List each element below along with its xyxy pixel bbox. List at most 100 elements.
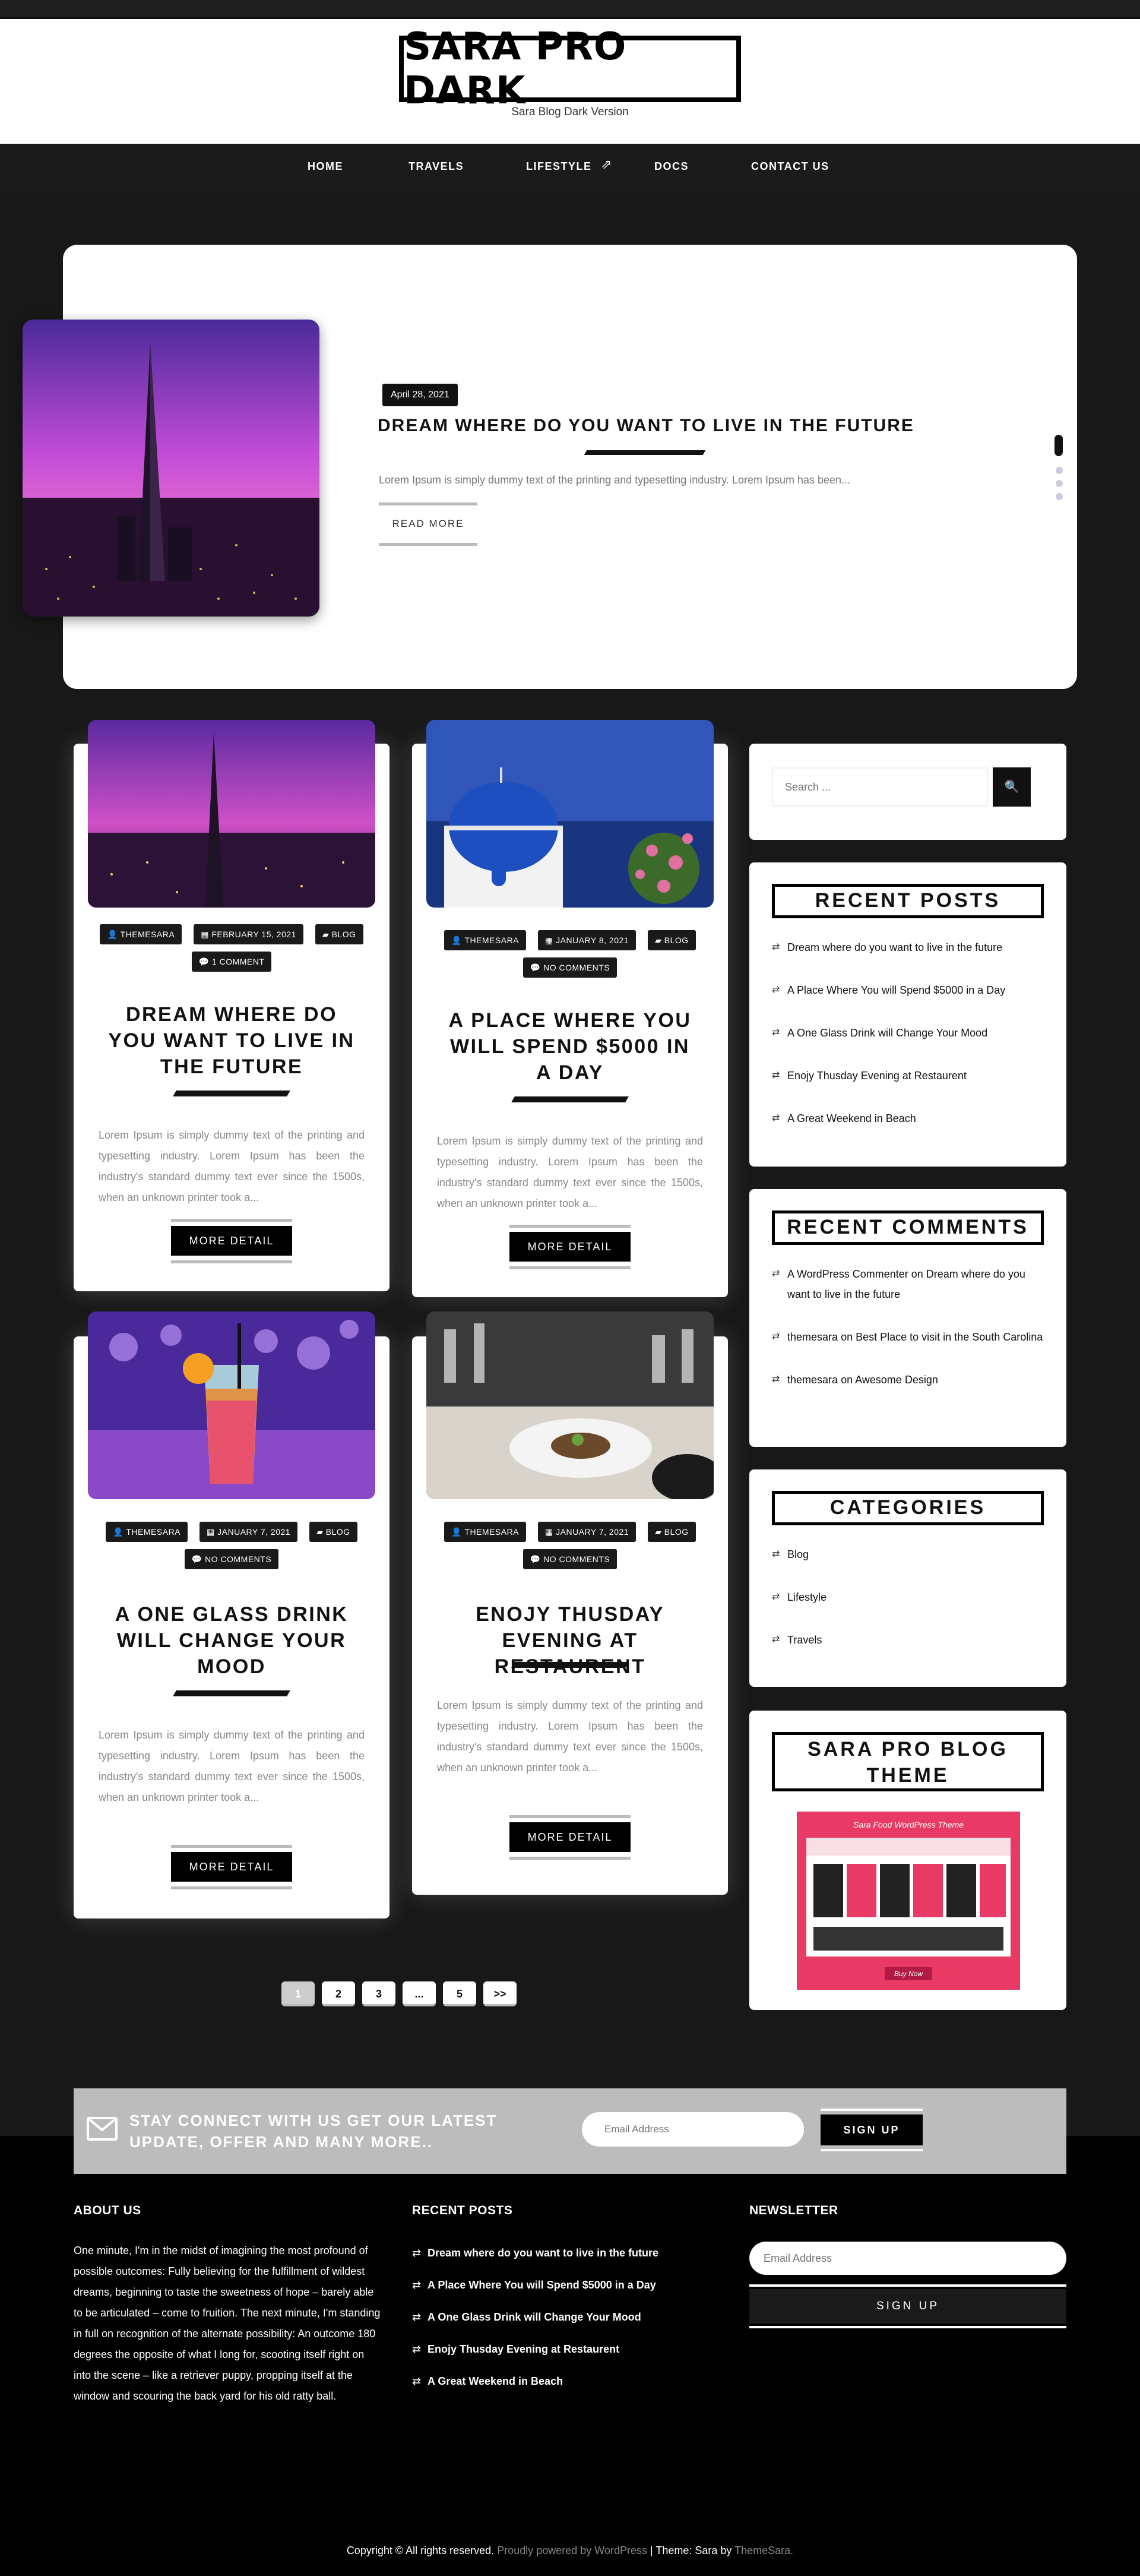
post-author-badge[interactable]: 👤 THEMESARA bbox=[444, 1522, 527, 1542]
more-detail-button[interactable]: MORE DETAIL bbox=[171, 1845, 292, 1890]
footer-recent-link[interactable]: A One Glass Drink will Change Your Mood bbox=[412, 2301, 721, 2333]
footer-recent-link[interactable]: Enojy Thusday Evening at Restaurent bbox=[412, 2333, 721, 2365]
category-link[interactable]: Lifestyle bbox=[772, 1587, 1045, 1607]
post-title-underline bbox=[173, 1091, 290, 1096]
slider-dot-active[interactable] bbox=[1054, 435, 1063, 456]
more-detail-button[interactable]: MORE DETAIL bbox=[509, 1815, 631, 1860]
post-comments-badge[interactable]: 💬 1 COMMENT bbox=[191, 952, 272, 972]
post-card: 👤 THEMESARA ▦ JANUARY 7, 2021 ▰ BLOG 💬 N… bbox=[412, 1311, 728, 1895]
read-more-button[interactable]: READ MORE bbox=[379, 502, 477, 546]
post-author-badge[interactable]: 👤 THEMESARA bbox=[444, 930, 527, 950]
slide-image[interactable] bbox=[23, 320, 319, 617]
post-date-badge[interactable]: ▦ JANUARY 7, 2021 bbox=[538, 1522, 636, 1542]
recent-comments-widget: RECENT COMMENTS A WordPress Commenter on… bbox=[749, 1189, 1066, 1447]
comment-author[interactable]: A WordPress Commenter bbox=[787, 1268, 908, 1280]
page-link[interactable]: 3 bbox=[362, 1981, 395, 2006]
post-category-badge[interactable]: ▰ BLOG bbox=[309, 1522, 357, 1542]
recent-post-link[interactable]: Dream where do you want to live in the f… bbox=[772, 937, 1045, 957]
post-card: 👤 THEMESARA ▦ FEBRUARY 15, 2021 ▰ BLOG 💬… bbox=[74, 720, 390, 1291]
subscribe-email-input[interactable] bbox=[582, 2112, 804, 2147]
comment-author[interactable]: themesara bbox=[787, 1374, 838, 1386]
subscribe-text: STAY CONNECT WITH US GET OUR LATEST UPDA… bbox=[129, 2112, 498, 2151]
slide-title[interactable]: DREAM WHERE DO YOU WANT TO LIVE IN THE F… bbox=[378, 416, 971, 436]
post-date-badge[interactable]: ▦ JANUARY 7, 2021 bbox=[200, 1522, 298, 1542]
more-detail-label[interactable]: MORE DETAIL bbox=[171, 1852, 292, 1882]
wordpress-link[interactable]: Proudly powered by WordPress bbox=[497, 2545, 647, 2556]
slide-title-underline bbox=[584, 450, 706, 455]
more-detail-button[interactable]: MORE DETAIL bbox=[171, 1219, 292, 1264]
category-link[interactable]: Blog bbox=[772, 1544, 1045, 1564]
post-comments-badge[interactable]: 💬 NO COMMENTS bbox=[522, 1549, 618, 1569]
nav-travels[interactable]: TRAVELS bbox=[408, 160, 464, 173]
post-title[interactable]: A ONE GLASS DRINK WILL CHANGE YOUR MOOD bbox=[103, 1601, 360, 1680]
post-category-badge[interactable]: ▰ BLOG bbox=[648, 1522, 696, 1542]
comment-post-link[interactable]: Best Place to visit in the South Carolin… bbox=[856, 1331, 1043, 1343]
slider-dot[interactable] bbox=[1056, 467, 1063, 474]
site-logo[interactable]: SARA PRO DARK bbox=[399, 25, 741, 113]
recent-post-link[interactable]: A One Glass Drink will Change Your Mood bbox=[772, 1023, 1045, 1043]
post-image[interactable] bbox=[88, 1311, 375, 1499]
nav-contact-us[interactable]: CONTACT US bbox=[751, 160, 829, 173]
nav-docs[interactable]: DOCS bbox=[654, 160, 689, 173]
post-author-badge[interactable]: 👤 THEMESARA bbox=[100, 924, 182, 944]
more-detail-button[interactable]: MORE DETAIL bbox=[509, 1225, 631, 1270]
footer-newsletter-title: NEWSLETTER bbox=[749, 2204, 838, 2217]
site-title[interactable]: SARA PRO DARK bbox=[404, 25, 736, 113]
post-image[interactable] bbox=[88, 720, 375, 908]
more-detail-label[interactable]: MORE DETAIL bbox=[509, 1822, 631, 1852]
comment-author[interactable]: themesara bbox=[787, 1331, 838, 1343]
footer-signup-button[interactable]: SIGN UP bbox=[749, 2284, 1066, 2328]
post-comments-badge[interactable]: 💬 NO COMMENTS bbox=[184, 1549, 279, 1569]
site-tagline: Sara Blog Dark Version bbox=[511, 106, 629, 118]
folder-icon: ▰ bbox=[322, 930, 330, 939]
post-title[interactable]: DREAM WHERE DO YOU WANT TO LIVE IN THE F… bbox=[103, 1001, 360, 1080]
banner-buy-button[interactable]: Buy Now bbox=[885, 1967, 932, 1980]
nav-home[interactable]: HOME bbox=[308, 160, 343, 173]
search-input[interactable] bbox=[772, 767, 988, 807]
dropdown-arrow-icon[interactable]: ⇗ bbox=[601, 157, 612, 172]
post-date-badge[interactable]: ▦ JANUARY 8, 2021 bbox=[538, 930, 636, 950]
user-icon: 👤 bbox=[451, 935, 463, 945]
subscribe-button-label[interactable]: SIGN UP bbox=[821, 2114, 923, 2145]
footer-email-input[interactable] bbox=[749, 2242, 1066, 2275]
more-detail-label[interactable]: MORE DETAIL bbox=[509, 1232, 631, 1262]
footer-recent-link[interactable]: A Place Where You will Spend $5000 in a … bbox=[412, 2269, 721, 2301]
post-image[interactable] bbox=[426, 720, 714, 908]
recent-comment-item: themesara on Best Place to visit in the … bbox=[772, 1327, 1045, 1347]
more-detail-label[interactable]: MORE DETAIL bbox=[171, 1226, 292, 1256]
footer-recent-link[interactable]: Dream where do you want to live in the f… bbox=[412, 2237, 721, 2269]
comment-post-link[interactable]: Awesome Design bbox=[855, 1374, 938, 1386]
post-category-badge[interactable]: ▰ BLOG bbox=[315, 924, 363, 944]
folder-icon: ▰ bbox=[316, 1527, 324, 1537]
recent-post-link[interactable]: Enojy Thusday Evening at Restaurent bbox=[772, 1066, 1045, 1086]
slider-dot[interactable] bbox=[1056, 480, 1063, 487]
read-more-label[interactable]: READ MORE bbox=[379, 518, 477, 530]
post-category-badge[interactable]: ▰ BLOG bbox=[648, 930, 696, 950]
comment-icon: 💬 bbox=[198, 957, 210, 966]
subscribe-button[interactable]: SIGN UP bbox=[821, 2109, 923, 2151]
post-comments-badge[interactable]: 💬 NO COMMENTS bbox=[522, 957, 618, 978]
pro-theme-title: SARA PRO BLOG THEME bbox=[772, 1732, 1044, 1791]
search-icon[interactable]: 🔍 bbox=[993, 767, 1031, 807]
page-current[interactable]: 1 bbox=[281, 1981, 315, 2006]
nav-lifestyle[interactable]: LIFESTYLE bbox=[526, 160, 592, 173]
themesara-link[interactable]: ThemeSara. bbox=[734, 2545, 793, 2556]
page-link[interactable]: 5 bbox=[443, 1981, 476, 2006]
pro-theme-banner[interactable]: Sara Food WordPress Theme Buy Now bbox=[797, 1812, 1020, 1990]
recent-post-link[interactable]: A Great Weekend in Beach bbox=[772, 1108, 1045, 1129]
post-title[interactable]: ENOJY THUSDAY EVENING AT RESTAURENT bbox=[442, 1601, 698, 1680]
post-title[interactable]: A PLACE WHERE YOU WILL SPEND $5000 IN A … bbox=[442, 1007, 698, 1086]
post-excerpt: Lorem Ipsum is simply dummy text of the … bbox=[99, 1729, 365, 1803]
slider-dot[interactable] bbox=[1056, 493, 1063, 500]
page-link[interactable]: 2 bbox=[322, 1981, 355, 2006]
post-date-badge[interactable]: ▦ FEBRUARY 15, 2021 bbox=[194, 924, 303, 944]
calendar-icon: ▦ bbox=[201, 930, 209, 939]
post-image[interactable] bbox=[426, 1311, 714, 1499]
page-next[interactable]: >> bbox=[483, 1981, 517, 2006]
footer-signup-label[interactable]: SIGN UP bbox=[749, 2289, 1066, 2324]
category-link[interactable]: Travels bbox=[772, 1630, 1045, 1650]
footer-recent-link[interactable]: A Great Weekend in Beach bbox=[412, 2365, 721, 2397]
post-author-badge[interactable]: 👤 THEMESARA bbox=[106, 1522, 188, 1542]
recent-posts-widget: RECENT POSTS Dream where do you want to … bbox=[749, 862, 1066, 1167]
recent-post-link[interactable]: A Place Where You will Spend $5000 in a … bbox=[772, 980, 1045, 1000]
